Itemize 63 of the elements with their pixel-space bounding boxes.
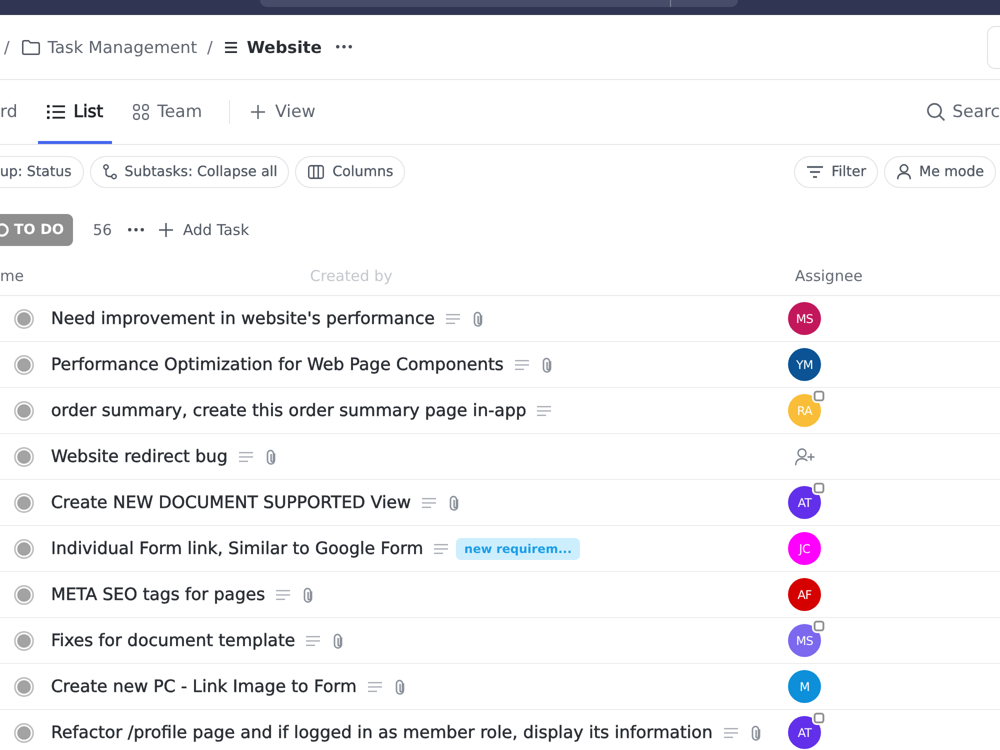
view-tab[interactable]: List xyxy=(38,80,112,144)
add-person-icon[interactable] xyxy=(794,448,814,466)
task-name[interactable]: Performance Optimization for Web Page Components xyxy=(51,354,504,374)
task-tag: new requirem... xyxy=(456,538,580,560)
status-icon[interactable] xyxy=(14,584,34,604)
columns-button[interactable]: Columns xyxy=(295,156,406,188)
task-name[interactable]: order summary, create this order summary page in-app xyxy=(51,400,526,420)
search-field[interactable] xyxy=(260,0,738,7)
status-icon[interactable] xyxy=(14,446,34,466)
task-name[interactable]: Need improvement in website's performance xyxy=(51,308,435,328)
group-by-button[interactable]: up: Status xyxy=(0,156,84,188)
avatar[interactable]: AF xyxy=(788,578,821,611)
status-icon[interactable] xyxy=(14,630,34,650)
more-icon[interactable] xyxy=(336,45,352,49)
ring-icon xyxy=(0,223,9,237)
add-view-button[interactable]: View xyxy=(251,80,316,144)
plus-icon xyxy=(158,223,173,237)
search-icon xyxy=(927,103,946,121)
status-icon[interactable] xyxy=(14,676,34,696)
column-header[interactable]: Assignee xyxy=(795,266,863,284)
task-name[interactable]: Create NEW DOCUMENT SUPPORTED View xyxy=(51,492,411,512)
breadcrumb-separator: / xyxy=(207,38,213,56)
task-count: 56 xyxy=(92,221,112,239)
person-icon xyxy=(897,164,912,180)
breadcrumb-link[interactable]: Task Management xyxy=(22,38,198,56)
task-name[interactable]: META SEO tags for pages xyxy=(51,584,266,604)
more-icon[interactable] xyxy=(128,228,144,232)
avatar[interactable]: AT xyxy=(788,716,821,749)
breadcrumb-link[interactable]: Website xyxy=(224,38,322,56)
view-tab[interactable]: Team xyxy=(124,80,212,144)
task-name[interactable]: Refactor /profile page and if logged in as member role, display its information xyxy=(51,722,713,742)
folder-icon xyxy=(22,40,40,54)
status-icon[interactable] xyxy=(14,308,34,328)
avatar[interactable]: YM xyxy=(788,348,821,381)
me-mode-button[interactable]: Me mode xyxy=(884,156,996,188)
status-icon[interactable] xyxy=(14,722,34,742)
avatar[interactable]: MS xyxy=(788,302,821,335)
status-icon[interactable] xyxy=(14,400,34,420)
add-task-button[interactable]: Add Task xyxy=(158,221,250,239)
search-button[interactable]: Searc xyxy=(927,80,1000,144)
list-icon xyxy=(47,105,66,119)
avatar[interactable]: M xyxy=(788,670,821,703)
grid-icon xyxy=(133,104,150,120)
task-name[interactable]: Individual Form link, Similar to Google Form xyxy=(51,538,424,558)
side-button[interactable] xyxy=(987,26,1000,68)
avatar[interactable]: MS xyxy=(788,624,821,657)
view-tab[interactable]: rd xyxy=(0,80,26,144)
task-name[interactable]: Fixes for document template xyxy=(51,630,296,650)
status-icon[interactable] xyxy=(14,354,34,374)
plus-icon xyxy=(251,105,266,119)
status-icon[interactable] xyxy=(14,538,34,558)
lines-icon xyxy=(224,42,237,52)
task-name[interactable]: Website redirect bug xyxy=(51,446,228,466)
column-header[interactable]: me xyxy=(0,266,24,284)
task-name[interactable]: Create new PC - Link Image to Form xyxy=(51,676,357,696)
avatar[interactable]: AT xyxy=(788,486,821,519)
subtasks-button[interactable]: Subtasks: Collapse all xyxy=(90,156,290,188)
breadcrumb-separator: / xyxy=(4,38,10,56)
status-icon[interactable] xyxy=(14,492,34,512)
branch-icon xyxy=(102,164,117,180)
columns-icon xyxy=(308,165,324,179)
filter-button[interactable]: Filter xyxy=(794,156,878,188)
filter-icon xyxy=(807,166,824,178)
